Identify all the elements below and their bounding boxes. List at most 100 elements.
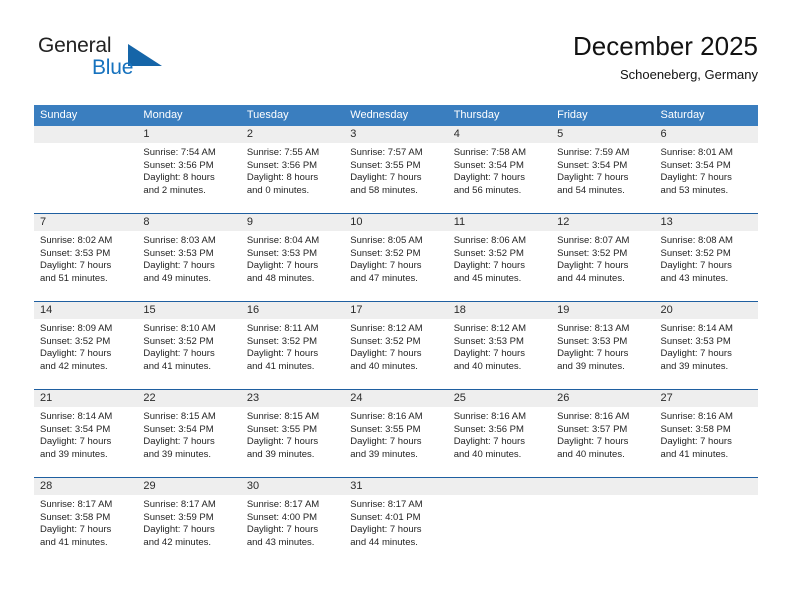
daylight-duration-line1: Daylight: 7 hours bbox=[246, 260, 319, 272]
sunrise-time: Sunrise: 8:16 AM bbox=[660, 411, 733, 422]
calendar-day-cell[interactable]: 16 Sunrise: 8:11 AM Sunset: 3:52 PM Dayligh… bbox=[240, 302, 345, 384]
calendar-day-cell[interactable]: 4 Sunrise: 7:58 AM Sunset: 3:54 PM Daylight… bbox=[447, 126, 552, 208]
day-number-band: 19 bbox=[551, 302, 655, 319]
day-details: Sunrise: 8:17 AM Sunset: 3:59 PM Daylight:… bbox=[137, 495, 240, 560]
day-number: 19 bbox=[557, 304, 570, 316]
calendar-day-cell[interactable]: 10 Sunrise: 8:05 AM Sunset: 3:52 PM Dayligh… bbox=[344, 214, 448, 296]
sunrise-time: Sunrise: 8:17 AM bbox=[40, 499, 113, 510]
calendar-day-cell[interactable]: 11 Sunrise: 8:06 AM Sunset: 3:52 PM Dayligh… bbox=[447, 214, 552, 296]
day-number-band: 6 bbox=[654, 126, 758, 143]
day-number: 13 bbox=[660, 216, 673, 228]
day-details: Sunrise: 7:54 AM Sunset: 3:56 PM Daylight:… bbox=[137, 143, 240, 208]
calendar-day-cell[interactable]: 14 Sunrise: 8:09 AM Sunset: 3:52 PM Dayligh… bbox=[34, 302, 138, 384]
sunset-time: Sunset: 3:56 PM bbox=[143, 159, 214, 171]
sunset-time: Sunset: 3:58 PM bbox=[40, 511, 111, 523]
calendar-day-cell[interactable]: 30 Sunrise: 8:17 AM Sunset: 4:00 PM Dayligh… bbox=[240, 478, 345, 560]
day-number: 3 bbox=[350, 128, 357, 140]
general-blue-logo[interactable]: General Blue bbox=[34, 34, 234, 90]
sunset-time: Sunset: 3:54 PM bbox=[143, 423, 214, 435]
sunrise-time: Sunrise: 8:08 AM bbox=[660, 235, 733, 246]
calendar-day-cell[interactable]: 15 Sunrise: 8:10 AM Sunset: 3:52 PM Dayligh… bbox=[137, 302, 241, 384]
calendar-day-cell[interactable]: 7 Sunrise: 8:02 AM Sunset: 3:53 PM Daylight… bbox=[34, 214, 138, 296]
daylight-duration-line2: and 54 minutes. bbox=[557, 184, 625, 196]
page-header: General Blue December 2025 Schoeneberg, … bbox=[34, 30, 758, 98]
sunrise-time: Sunrise: 8:17 AM bbox=[350, 499, 423, 510]
calendar-day-cell[interactable]: 26 Sunrise: 8:16 AM Sunset: 3:57 PM Dayligh… bbox=[551, 390, 655, 472]
daylight-duration-line1: Daylight: 8 hours bbox=[143, 172, 215, 184]
calendar-day-cell[interactable]: 27 Sunrise: 8:16 AM Sunset: 3:58 PM Dayligh… bbox=[654, 390, 758, 472]
sunrise-time: Sunrise: 7:54 AM bbox=[143, 147, 216, 158]
sunset-time: Sunset: 3:57 PM bbox=[557, 423, 628, 435]
calendar-weeks: 1 Sunrise: 7:54 AM Sunset: 3:56 PM Daylight… bbox=[34, 126, 758, 565]
daylight-duration-line2: and 41 minutes. bbox=[246, 360, 315, 372]
calendar-day-cell[interactable]: 31 Sunrise: 8:17 AM Sunset: 4:01 PM Dayligh… bbox=[344, 478, 448, 560]
sunrise-time: Sunrise: 7:58 AM bbox=[453, 147, 527, 158]
sunset-time: Sunset: 3:52 PM bbox=[40, 335, 111, 347]
calendar-day-cell[interactable]: 21 Sunrise: 8:14 AM Sunset: 3:54 PM Dayligh… bbox=[34, 390, 138, 472]
calendar-day-cell[interactable]: 23 Sunrise: 8:15 AM Sunset: 3:55 PM Dayligh… bbox=[240, 390, 345, 472]
daylight-duration-line2: and 53 minutes. bbox=[660, 184, 729, 196]
sunset-time: Sunset: 3:54 PM bbox=[453, 159, 524, 171]
day-number-band: 29 bbox=[137, 478, 241, 495]
page-title: December 2025 bbox=[573, 31, 758, 61]
day-number-band bbox=[654, 478, 758, 495]
calendar-day-cell[interactable]: 6 Sunrise: 8:01 AM Sunset: 3:54 PM Daylight… bbox=[654, 126, 758, 208]
calendar-day-cell[interactable]: 18 Sunrise: 8:12 AM Sunset: 3:53 PM Dayligh… bbox=[447, 302, 552, 384]
day-number: 8 bbox=[143, 216, 150, 228]
day-details: Sunrise: 8:11 AM Sunset: 3:52 PM Daylight:… bbox=[241, 319, 344, 384]
daylight-duration-line2: and 40 minutes. bbox=[557, 448, 625, 460]
sunset-time: Sunset: 3:52 PM bbox=[350, 335, 421, 347]
calendar-week-row: 14 Sunrise: 8:09 AM Sunset: 3:52 PM Dayligh… bbox=[34, 301, 758, 384]
calendar-day-cell[interactable]: 25 Sunrise: 8:16 AM Sunset: 3:56 PM Dayligh… bbox=[447, 390, 552, 472]
day-number-band: 14 bbox=[34, 302, 138, 319]
calendar-day-cell[interactable]: 3 Sunrise: 7:57 AM Sunset: 3:55 PM Daylight… bbox=[344, 126, 448, 208]
calendar-week-row: 21 Sunrise: 8:14 AM Sunset: 3:54 PM Dayligh… bbox=[34, 389, 758, 472]
logo-text-general: General bbox=[38, 34, 112, 57]
day-number: 17 bbox=[350, 304, 363, 316]
sunset-time: Sunset: 3:59 PM bbox=[143, 511, 214, 523]
day-number-band: 18 bbox=[447, 302, 552, 319]
calendar-day-cell[interactable]: 24 Sunrise: 8:16 AM Sunset: 3:55 PM Dayligh… bbox=[344, 390, 448, 472]
daylight-duration-line1: Daylight: 7 hours bbox=[453, 348, 525, 360]
calendar-day-cell[interactable]: 1 Sunrise: 7:54 AM Sunset: 3:56 PM Daylight… bbox=[137, 126, 241, 208]
daylight-duration-line1: Daylight: 7 hours bbox=[660, 260, 732, 272]
daylight-duration-line2: and 40 minutes. bbox=[350, 360, 418, 372]
sunset-time: Sunset: 3:55 PM bbox=[246, 423, 318, 435]
sunrise-time: Sunrise: 8:12 AM bbox=[350, 323, 423, 334]
title-block: December 2025 Schoeneberg, Germany bbox=[573, 30, 758, 85]
daylight-duration-line2: and 45 minutes. bbox=[453, 272, 522, 284]
calendar-day-cell[interactable]: 9 Sunrise: 8:04 AM Sunset: 3:53 PM Daylight… bbox=[240, 214, 345, 296]
daylight-duration-line2: and 41 minutes. bbox=[660, 448, 729, 460]
day-details: Sunrise: 8:04 AM Sunset: 3:53 PM Daylight:… bbox=[241, 231, 344, 296]
daylight-duration-line1: Daylight: 7 hours bbox=[557, 172, 629, 184]
daylight-duration-line1: Daylight: 7 hours bbox=[660, 436, 732, 448]
day-number-band: 12 bbox=[551, 214, 655, 231]
calendar-day-cell[interactable]: 12 Sunrise: 8:07 AM Sunset: 3:52 PM Dayligh… bbox=[551, 214, 655, 296]
sunrise-time: Sunrise: 8:01 AM bbox=[660, 147, 733, 158]
sunrise-time: Sunrise: 8:16 AM bbox=[557, 411, 630, 422]
day-number: 29 bbox=[143, 480, 156, 492]
daylight-duration-line2: and 44 minutes. bbox=[350, 536, 418, 548]
daylight-duration-line2: and 58 minutes. bbox=[350, 184, 418, 196]
sunset-time: Sunset: 3:52 PM bbox=[453, 247, 524, 259]
day-number-band: 25 bbox=[447, 390, 552, 407]
sunrise-time: Sunrise: 8:15 AM bbox=[246, 411, 320, 422]
calendar-day-cell[interactable]: 20 Sunrise: 8:14 AM Sunset: 3:53 PM Dayligh… bbox=[654, 302, 758, 384]
sunset-time: Sunset: 3:53 PM bbox=[557, 335, 628, 347]
daylight-duration-line1: Daylight: 7 hours bbox=[143, 348, 215, 360]
calendar-day-cell[interactable]: 29 Sunrise: 8:17 AM Sunset: 3:59 PM Dayligh… bbox=[137, 478, 241, 560]
daylight-duration-line1: Daylight: 7 hours bbox=[453, 260, 525, 272]
calendar-day-cell[interactable]: 13 Sunrise: 8:08 AM Sunset: 3:52 PM Dayligh… bbox=[654, 214, 758, 296]
calendar-day-cell[interactable]: 19 Sunrise: 8:13 AM Sunset: 3:53 PM Dayligh… bbox=[551, 302, 655, 384]
calendar-day-cell[interactable]: 2 Sunrise: 7:55 AM Sunset: 3:56 PM Daylight… bbox=[240, 126, 345, 208]
week-spacer bbox=[34, 560, 758, 565]
sunset-time: Sunset: 4:00 PM bbox=[246, 511, 318, 523]
day-number: 23 bbox=[246, 392, 260, 404]
sunrise-time: Sunrise: 8:02 AM bbox=[40, 235, 113, 246]
calendar-day-cell[interactable]: 22 Sunrise: 8:15 AM Sunset: 3:54 PM Dayligh… bbox=[137, 390, 241, 472]
calendar-day-cell[interactable]: 5 Sunrise: 7:59 AM Sunset: 3:54 PM Daylight… bbox=[551, 126, 655, 208]
calendar-day-cell[interactable]: 28 Sunrise: 8:17 AM Sunset: 3:58 PM Dayligh… bbox=[34, 478, 138, 560]
calendar-day-cell[interactable]: 17 Sunrise: 8:12 AM Sunset: 3:52 PM Dayligh… bbox=[344, 302, 448, 384]
calendar-day-cell[interactable]: 8 Sunrise: 8:03 AM Sunset: 3:53 PM Daylight… bbox=[137, 214, 241, 296]
daylight-duration-line2: and 39 minutes. bbox=[143, 448, 212, 460]
